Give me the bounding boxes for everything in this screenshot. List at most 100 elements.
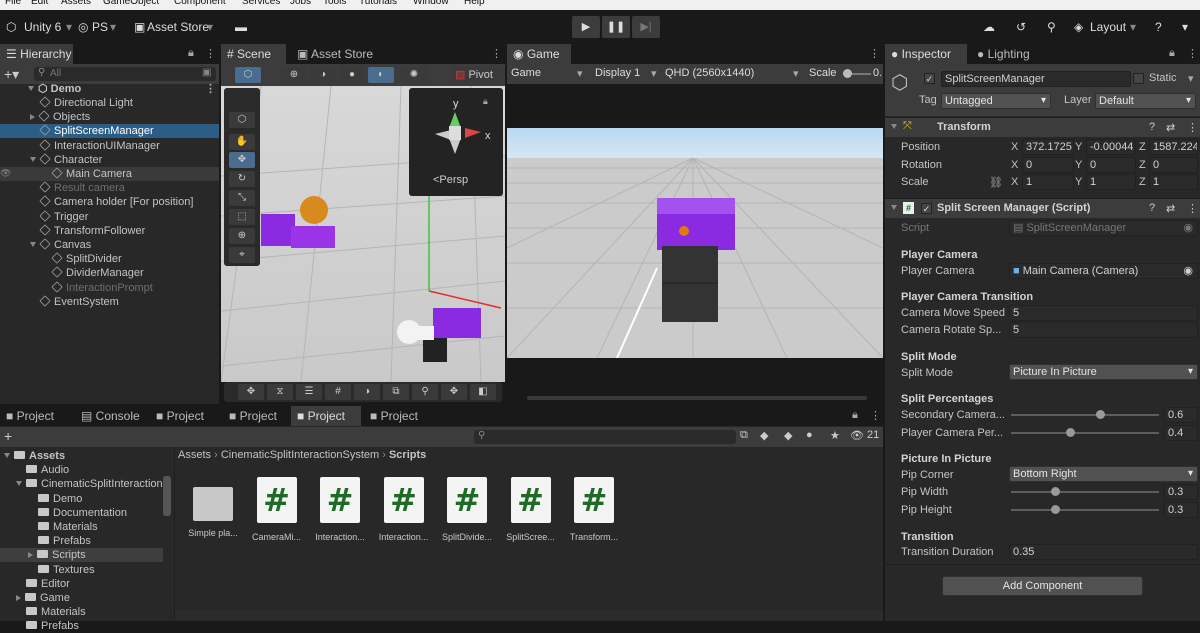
project-tree-item[interactable]: Editor [0, 577, 163, 591]
nav-icon[interactable]: ⧉ [383, 384, 409, 400]
pivot-dropdown[interactable]: ▨ Pivot [451, 67, 503, 83]
tag-dropdown[interactable]: Untagged [941, 93, 1051, 109]
search-icon[interactable]: ⚲ [1047, 17, 1056, 37]
layout-dropdown[interactable]: Layout [1090, 17, 1126, 37]
presets-icon[interactable]: ⇄ [1166, 202, 1175, 215]
layers-icon[interactable]: ◈ [1074, 17, 1083, 37]
lock-icon[interactable]: 🔒︎ [188, 47, 194, 60]
shaded-icon[interactable]: ● [339, 67, 365, 83]
player-percent-slider-track[interactable] [1011, 432, 1159, 434]
project-tree-item[interactable]: Materials [0, 605, 163, 619]
shading-icon[interactable]: ◑ [354, 384, 380, 400]
tab-lighting[interactable]: ● Lighting [971, 44, 1041, 64]
transform-tool-icon[interactable]: ⊕ [229, 228, 255, 244]
hierarchy-item[interactable]: Trigger [0, 209, 219, 224]
menu-item-component[interactable]: Component [174, 0, 226, 8]
add-icon[interactable]: + [4, 428, 12, 444]
expand-arrow-icon[interactable] [891, 202, 901, 214]
menu-item-services[interactable]: Services [242, 0, 280, 8]
move-tool-icon[interactable]: ✥ [441, 384, 467, 400]
expand-arrow-icon[interactable] [4, 453, 10, 458]
hand-tool-icon[interactable]: ✋ [229, 134, 255, 150]
unity-version-label[interactable]: Unity 6 [24, 17, 61, 37]
x-axis-handle[interactable] [428, 290, 502, 309]
kebab-menu-icon[interactable]: ⋮ [1187, 47, 1198, 60]
asset-script[interactable]: # Transform... [564, 477, 624, 542]
orange-sphere[interactable] [300, 196, 328, 224]
snap-icon[interactable]: ⧖ [267, 384, 293, 400]
asset-script[interactable]: # SplitDivide... [437, 477, 497, 542]
star-icon[interactable]: ★ [830, 429, 840, 442]
player-camera-field[interactable]: ■ Main Camera (Camera) ◉ [1009, 263, 1198, 279]
menu-item-gameobject[interactable]: GameObject [103, 0, 159, 8]
hierarchy-item[interactable]: Result camera [0, 181, 219, 195]
hierarchy-item[interactable]: InteractionUIManager [0, 138, 219, 153]
kebab-menu-icon[interactable]: ⋮ [1187, 202, 1198, 215]
tab-inspector[interactable]: ● Inspector [885, 44, 967, 64]
hierarchy-item[interactable]: EventSystem [0, 295, 219, 309]
asset-script[interactable]: # SplitScree... [501, 477, 561, 542]
tab-project[interactable]: ■ Project [364, 406, 428, 426]
lock-icon[interactable]: 🔒︎ [1169, 47, 1175, 60]
wireframe-icon[interactable]: ◑ [310, 67, 336, 83]
gizmos-icon[interactable]: ✺ [401, 67, 427, 83]
kebab-menu-icon[interactable]: ⋮ [491, 47, 502, 60]
move-tool-icon[interactable]: ✥ [238, 384, 264, 400]
character-cube[interactable] [433, 308, 481, 338]
menu-item-window[interactable]: Window [413, 0, 449, 8]
pause-button[interactable]: ❚❚ [602, 16, 630, 38]
asset-script[interactable]: # Interaction... [310, 477, 370, 542]
kebab-menu-icon[interactable]: ⋮ [205, 47, 216, 60]
display-dropdown[interactable]: Display 1 [595, 67, 640, 79]
expand-arrow-icon[interactable] [30, 114, 35, 121]
tab-scene[interactable]: # Scene [221, 44, 286, 64]
rotate-tool-icon[interactable]: ↻ [229, 171, 255, 187]
kebab-menu-icon[interactable]: ⋮ [1187, 121, 1198, 134]
tab-asset-store[interactable]: ▣ Asset Store [291, 44, 381, 64]
hierarchy-search-input[interactable]: ⚲ All ▣ [34, 67, 216, 81]
chevron-down-icon[interactable]: ▾ [207, 17, 213, 37]
project-tree-item[interactable]: Documentation [0, 506, 163, 520]
scale-y-field[interactable]: 1 [1086, 174, 1136, 190]
step-button[interactable]: ▶| [632, 16, 660, 38]
help-icon[interactable]: ? [1149, 202, 1155, 214]
project-tree-item[interactable]: Prefabs [0, 534, 163, 548]
purple-cube[interactable] [261, 214, 295, 246]
hierarchy-item[interactable]: SplitScreenManager [0, 124, 219, 139]
custom-tool-icon[interactable]: ⌖ [229, 247, 255, 263]
position-y-field[interactable]: -0.00044 [1086, 139, 1136, 155]
asset-script[interactable]: # CameraMi... [247, 477, 307, 542]
view-tool-icon[interactable]: ⬡ [235, 67, 261, 83]
filter-type-icon[interactable]: ◆ [760, 429, 768, 442]
pip-width-slider-knob[interactable] [1051, 487, 1061, 496]
breadcrumb-scripts[interactable]: Scripts [389, 449, 426, 461]
expand-arrow-icon[interactable] [16, 481, 22, 487]
object-name-field[interactable]: SplitScreenManager [941, 71, 1131, 87]
position-z-field[interactable]: 1587.224 [1149, 139, 1198, 155]
project-tree-item[interactable]: Prefabs [0, 619, 163, 633]
account-button[interactable]: PS [92, 17, 108, 37]
lock-icon[interactable]: 🔒︎ [852, 409, 858, 422]
align-icon[interactable]: ☰ [296, 384, 322, 400]
lock-icon[interactable]: 🔒︎ [483, 96, 488, 107]
position-x-field[interactable]: 372.1725 [1022, 139, 1074, 155]
breadcrumb-assets[interactable]: Assets [178, 449, 211, 461]
chevron-down-icon[interactable]: ▾ [1188, 72, 1194, 85]
help-icon[interactable]: ? [1149, 121, 1155, 133]
hierarchy-item[interactable]: InteractionPrompt [0, 280, 219, 295]
hierarchy-item[interactable]: TransformFollower [0, 224, 219, 238]
secondary-slider-track[interactable] [1011, 414, 1159, 416]
expand-arrow-icon[interactable] [30, 242, 36, 247]
pip-width-value-field[interactable]: 0.3 [1164, 484, 1198, 500]
chevron-down-icon[interactable]: ▾ [793, 67, 799, 80]
rotation-x-field[interactable]: 0 [1022, 157, 1074, 173]
hierarchy-item[interactable]: Canvas [0, 238, 219, 252]
search-by-type-icon[interactable]: ⧉ [740, 429, 748, 442]
expand-arrow-icon[interactable] [891, 121, 901, 133]
hierarchy-item[interactable]: Character [0, 153, 219, 167]
chevron-down-icon[interactable]: ▾ [577, 67, 583, 80]
chevron-down-icon[interactable]: ▾ [1130, 17, 1136, 37]
project-tree-item[interactable]: Demo [0, 492, 163, 506]
tab-hierarchy[interactable]: ☰ Hierarchy [0, 44, 73, 64]
player-percent-slider-knob[interactable] [1066, 428, 1076, 437]
